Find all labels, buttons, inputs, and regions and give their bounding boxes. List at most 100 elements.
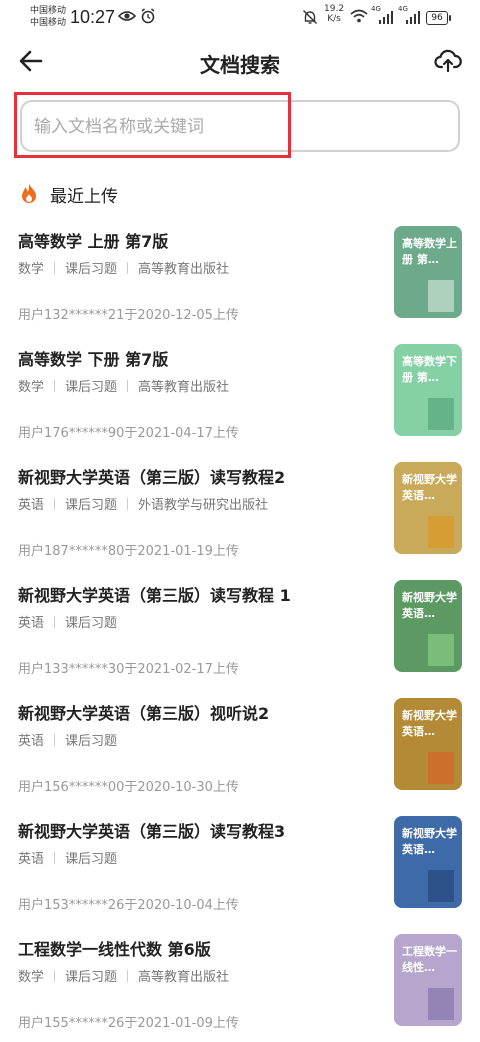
eye-icon	[118, 11, 136, 21]
doc-category: 课后习题	[65, 498, 118, 513]
book-cover-image	[428, 398, 454, 430]
doc-thumbnail[interactable]: 高等数学下册 第…	[394, 344, 462, 436]
doc-thumbnail[interactable]: 新视野大学英语…	[394, 580, 462, 672]
doc-uploader: 用户155******26于2021-01-09上传	[18, 1016, 239, 1031]
book-cover-image	[428, 516, 454, 548]
tag-divider	[54, 262, 56, 274]
doc-uploader: 用户133******30于2021-02-17上传	[18, 662, 239, 677]
book-cover-image	[428, 988, 454, 1020]
doc-publisher: 外语教学与研究出版社	[138, 498, 269, 513]
document-item[interactable]: 高等数学 下册 第7版 数学 课后习题 高等教育出版社 用户176******90于…	[0, 334, 480, 452]
doc-subject: 数学	[18, 262, 45, 277]
clock: 10:27	[70, 7, 116, 27]
document-list: 高等数学 上册 第7版 数学 课后习题 高等教育出版社 用户132******21于…	[0, 216, 480, 1042]
doc-thumbnail[interactable]: 新视野大学英语…	[394, 462, 462, 554]
doc-tags: 数学 课后习题 高等教育出版社	[18, 258, 229, 277]
book-cover-image	[428, 752, 454, 784]
doc-title: 工程数学一线性代数 第6版	[18, 940, 211, 959]
doc-subject: 数学	[18, 970, 45, 985]
network-speed: 19.2 K/s	[324, 4, 344, 24]
book-cover-image	[428, 280, 454, 312]
book-cover-image	[428, 870, 454, 902]
doc-category: 课后习题	[65, 616, 118, 631]
tag-divider	[54, 380, 56, 392]
doc-tags: 数学 课后习题 高等教育出版社	[18, 376, 229, 395]
tag-divider	[54, 498, 56, 510]
doc-publisher: 高等教育出版社	[138, 970, 230, 985]
battery-indicator: 96	[426, 11, 451, 25]
cloud-upload-icon[interactable]	[434, 46, 462, 74]
tag-divider	[127, 970, 129, 982]
doc-thumbnail[interactable]: 新视野大学英语…	[394, 698, 462, 790]
doc-subject: 英语	[18, 616, 45, 631]
flame-icon	[22, 183, 36, 203]
document-item[interactable]: 新视野大学英语（第三版）视听说2 英语 课后习题 用户156******00于20…	[0, 688, 480, 806]
carrier-1: 中国移动	[30, 6, 67, 16]
tag-divider	[127, 498, 129, 510]
bell-muted-icon	[303, 10, 317, 24]
doc-title: 高等数学 上册 第7版	[18, 232, 169, 251]
thumb-label: 新视野大学英语…	[402, 827, 457, 856]
doc-tags: 英语 课后习题 外语教学与研究出版社	[18, 494, 268, 513]
carrier-info: 中国移动 中国移动	[30, 5, 66, 29]
doc-uploader: 用户132******21于2020-12-05上传	[18, 308, 239, 323]
tag-divider	[127, 380, 129, 392]
doc-uploader: 用户176******90于2021-04-17上传	[18, 426, 239, 441]
tag-divider	[54, 970, 56, 982]
doc-thumbnail[interactable]: 工程数学一线性…	[394, 934, 462, 1026]
thumb-label: 新视野大学英语…	[402, 591, 457, 620]
doc-title: 新视野大学英语（第三版）视听说2	[18, 704, 270, 723]
doc-category: 课后习题	[65, 380, 118, 395]
thumb-label: 高等数学上册 第…	[402, 237, 457, 266]
doc-category: 课后习题	[65, 734, 118, 749]
signal-bars-icon	[406, 11, 420, 24]
network-speed-value: 19.2	[324, 4, 345, 14]
doc-publisher: 高等教育出版社	[138, 380, 230, 395]
doc-title: 高等数学 下册 第7版	[18, 350, 169, 369]
document-item[interactable]: 新视野大学英语（第三版）读写教程3 英语 课后习题 用户153******26于2…	[0, 806, 480, 924]
doc-tags: 英语 课后习题	[18, 730, 117, 749]
tag-divider	[54, 734, 56, 746]
doc-title: 新视野大学英语（第三版）读写教程2	[18, 468, 286, 487]
doc-uploader: 用户156******00于2020-10-30上传	[18, 780, 239, 795]
doc-publisher: 高等教育出版社	[138, 262, 230, 277]
thumb-label: 新视野大学英语…	[402, 473, 457, 502]
doc-uploader: 用户153******26于2020-10-04上传	[18, 898, 239, 913]
doc-title: 新视野大学英语（第三版）读写教程3	[18, 822, 286, 841]
network-speed-unit: K/s	[327, 14, 341, 24]
tag-divider	[127, 262, 129, 274]
document-item[interactable]: 新视野大学英语（第三版）读写教程2 英语 课后习题 外语教学与研究出版社 用户187…	[0, 452, 480, 570]
doc-tags: 英语 课后习题	[18, 848, 117, 867]
doc-title: 新视野大学英语（第三版）读写教程 1	[18, 586, 291, 605]
signal-bars-icon	[379, 11, 393, 24]
book-cover-image	[428, 634, 454, 666]
thumb-label: 高等数学下册 第…	[402, 355, 457, 384]
thumb-label: 工程数学一线性…	[402, 945, 457, 974]
tag-divider	[54, 616, 56, 628]
document-item[interactable]: 高等数学 上册 第7版 数学 课后习题 高等教育出版社 用户132******21于…	[0, 216, 480, 334]
doc-subject: 数学	[18, 380, 45, 395]
doc-subject: 英语	[18, 498, 45, 513]
doc-category: 课后习题	[65, 262, 118, 277]
doc-tags: 数学 课后习题 高等教育出版社	[18, 966, 229, 985]
highlight-outline	[14, 92, 291, 158]
section-title: 最近上传	[50, 187, 118, 207]
doc-thumbnail[interactable]: 高等数学上册 第…	[394, 226, 462, 318]
page-title: 文档搜索	[200, 53, 280, 77]
app-header: 文档搜索	[0, 36, 480, 86]
doc-category: 课后习题	[65, 970, 118, 985]
doc-thumbnail[interactable]: 新视野大学英语…	[394, 816, 462, 908]
doc-subject: 英语	[18, 852, 45, 867]
status-bar: 中国移动 中国移动 10:27 19.2 K/s 4G 4G 96	[0, 0, 480, 34]
thumb-label: 新视野大学英语…	[402, 709, 457, 738]
doc-subject: 英语	[18, 734, 45, 749]
doc-category: 课后习题	[65, 852, 118, 867]
document-item[interactable]: 新视野大学英语（第三版）读写教程 1 英语 课后习题 用户133******30于…	[0, 570, 480, 688]
carrier-2: 中国移动	[30, 18, 67, 28]
doc-tags: 英语 课后习题	[18, 612, 117, 631]
wifi-icon	[350, 9, 368, 23]
tag-divider	[54, 852, 56, 864]
doc-uploader: 用户187******80于2021-01-19上传	[18, 544, 239, 559]
alarm-icon	[141, 8, 155, 24]
document-item[interactable]: 工程数学一线性代数 第6版 数学 课后习题 高等教育出版社 用户155******2…	[0, 924, 480, 1042]
